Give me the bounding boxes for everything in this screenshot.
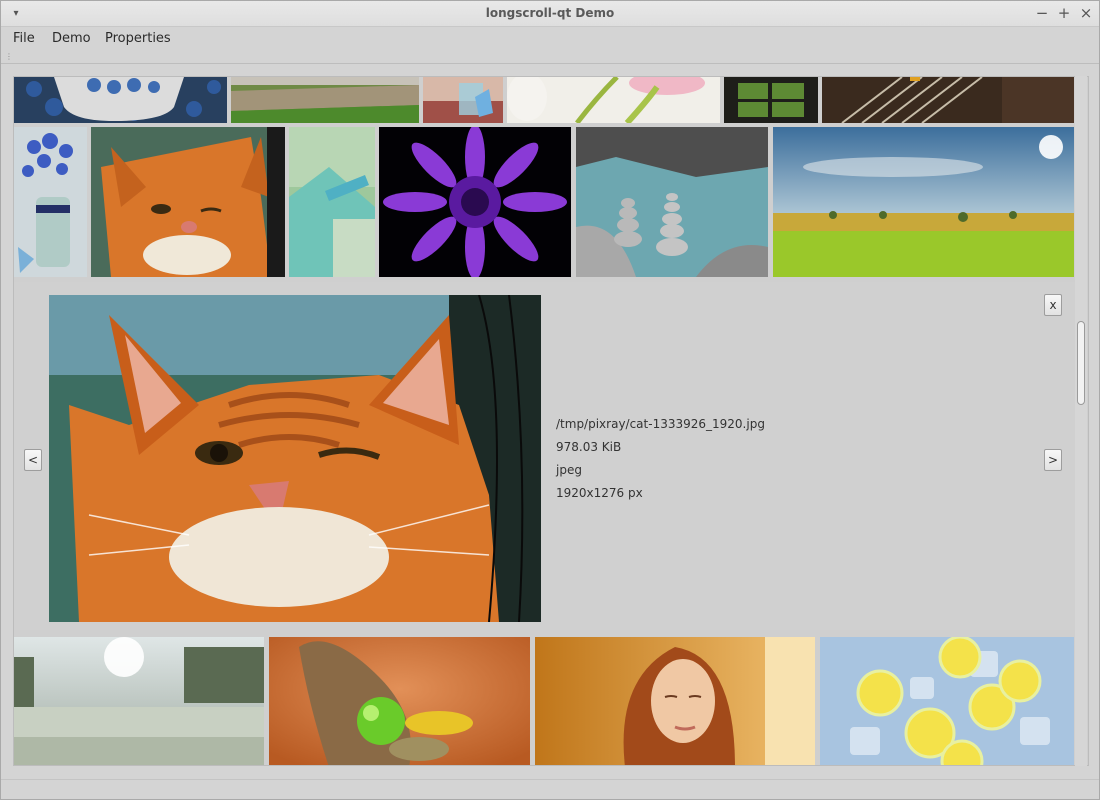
toolbar-separator (1, 63, 1099, 64)
toolbar-grip-icon[interactable]: ⋮ (5, 53, 13, 61)
image-grid-viewport[interactable]: < > x /tmp/pixray/cat-1333926_1920.jpg 9… (13, 76, 1089, 766)
thumbnail-sneakers-car[interactable] (289, 127, 375, 277)
thumbnail-lemon-slices[interactable] (820, 637, 1074, 765)
menu-properties[interactable]: Properties (105, 31, 171, 46)
thumbnail-tulips[interactable] (507, 77, 720, 123)
thumbnail-cornucopia[interactable] (269, 637, 530, 765)
thumbnail-purple-gerbera[interactable] (379, 127, 571, 277)
prev-image-button[interactable]: < (24, 449, 42, 471)
minimize-icon[interactable]: − (1033, 4, 1051, 22)
next-image-button[interactable]: > (1044, 449, 1062, 471)
vertical-scrollbar[interactable] (1075, 76, 1087, 766)
thumbnail-blueberries[interactable] (14, 77, 227, 123)
status-bar (1, 779, 1099, 799)
thumbnail-forget-me-nots[interactable] (14, 127, 87, 277)
image-path: /tmp/pixray/cat-1333926_1920.jpg (556, 417, 765, 431)
menu-file[interactable]: File (13, 31, 35, 46)
app-window: ▾ longscroll-qt Demo − + × File Demo Pro… (0, 0, 1100, 800)
scrollbar-thumb[interactable] (1077, 321, 1085, 405)
thumbnail-woman-portrait[interactable] (535, 637, 815, 765)
image-dimensions: 1920x1276 px (556, 486, 643, 500)
thumbnail-stone-cairns[interactable] (576, 127, 768, 277)
thumbnail-frosty-meadow[interactable] (14, 637, 264, 765)
close-detail-button[interactable]: x (1044, 294, 1062, 316)
thumbnail-dirt-path[interactable] (231, 77, 419, 123)
close-icon[interactable]: × (1077, 4, 1095, 22)
thumbnail-piano-keys[interactable] (822, 77, 1074, 123)
image-format: jpeg (556, 463, 582, 477)
image-detail-panel: < > x /tmp/pixray/cat-1333926_1920.jpg 9… (14, 282, 1076, 630)
thumbnail-orange-cat[interactable] (91, 127, 285, 277)
menu-demo[interactable]: Demo (52, 31, 91, 46)
title-bar: ▾ longscroll-qt Demo − + × (1, 1, 1099, 27)
image-file-size: 978.03 KiB (556, 440, 622, 454)
thumbnail-glass-butterfly[interactable] (423, 77, 503, 123)
thumbnail-green-field[interactable] (773, 127, 1074, 277)
menu-bar: File Demo Properties (1, 27, 1099, 51)
maximize-icon[interactable]: + (1055, 4, 1073, 22)
window-title: longscroll-qt Demo (485, 6, 615, 20)
detail-image-cat (49, 295, 541, 622)
thumbnail-window-garden[interactable] (724, 77, 818, 123)
